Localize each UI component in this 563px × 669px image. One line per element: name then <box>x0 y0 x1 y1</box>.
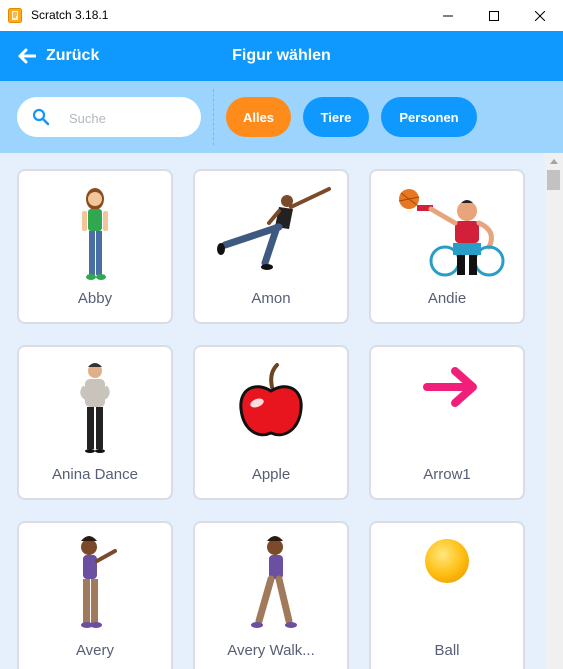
scratch-app-icon <box>8 8 22 23</box>
library-header: Zurück Figur wählen <box>0 31 563 81</box>
sprite-name: Ball <box>434 642 460 659</box>
sprite-name: Apple <box>251 466 291 483</box>
sprite-name: Arrow1 <box>423 466 471 483</box>
sprite-image-arrow1 <box>423 367 477 407</box>
sprite-image-apple <box>239 363 303 437</box>
back-button[interactable]: Zurück <box>18 31 99 81</box>
vertical-scrollbar[interactable] <box>545 153 563 669</box>
sprite-card-amon[interactable]: Amon <box>193 169 349 324</box>
sprite-image-anina-dance <box>80 363 110 453</box>
sprite-image-amon <box>217 187 331 270</box>
maximize-icon <box>489 10 499 21</box>
sprite-name: Amon <box>251 290 291 307</box>
sprite-card-avery-walking[interactable]: Avery Walk... <box>193 521 349 669</box>
close-button[interactable] <box>517 0 563 31</box>
sprite-image-andie <box>398 189 505 277</box>
sprite-library-grid: Abby Amon Andie Anina Dance Apple Arrow1… <box>0 153 545 669</box>
window-title: Scratch 3.18.1 <box>31 8 109 22</box>
tag-tiere[interactable]: Tiere <box>303 97 369 137</box>
filter-bar: Alles Tiere Personen <box>0 81 563 153</box>
back-label: Zurück <box>46 47 100 64</box>
sprite-name: Anina Dance <box>52 466 138 483</box>
arrow-left-icon <box>18 48 36 64</box>
minimize-button[interactable] <box>425 0 471 31</box>
window-titlebar: Scratch 3.18.1 <box>0 0 563 31</box>
sprite-name: Andie <box>427 290 467 307</box>
maximize-button[interactable] <box>471 0 517 31</box>
sprite-name: Abby <box>77 290 113 307</box>
sprite-card-arrow1[interactable]: Arrow1 <box>369 345 525 500</box>
sprite-card-andie[interactable]: Andie <box>369 169 525 324</box>
filter-divider <box>213 89 214 145</box>
sprite-name: Avery Walk... <box>227 642 315 659</box>
search-input[interactable] <box>67 105 196 131</box>
sprite-image-ball <box>425 539 469 583</box>
sprite-image-abby <box>82 188 108 280</box>
sprite-card-apple[interactable]: Apple <box>193 345 349 500</box>
sprite-card-ball[interactable]: Ball <box>369 521 525 669</box>
sprite-card-avery[interactable]: Avery <box>17 521 173 669</box>
sprite-card-abby[interactable]: Abby <box>17 169 173 324</box>
minimize-icon <box>443 15 453 16</box>
scroll-up-icon[interactable] <box>545 153 563 170</box>
search-icon <box>32 108 50 126</box>
sprite-image-avery-walking <box>251 536 297 628</box>
sprite-image-avery <box>81 536 117 628</box>
sprite-card-anina-dance[interactable]: Anina Dance <box>17 345 173 500</box>
tag-personen[interactable]: Personen <box>381 97 477 137</box>
search-box <box>17 97 201 137</box>
scrollbar-thumb[interactable] <box>547 170 560 190</box>
sprite-name: Avery <box>75 642 115 659</box>
close-icon <box>535 10 545 21</box>
tag-alles[interactable]: Alles <box>226 97 291 137</box>
